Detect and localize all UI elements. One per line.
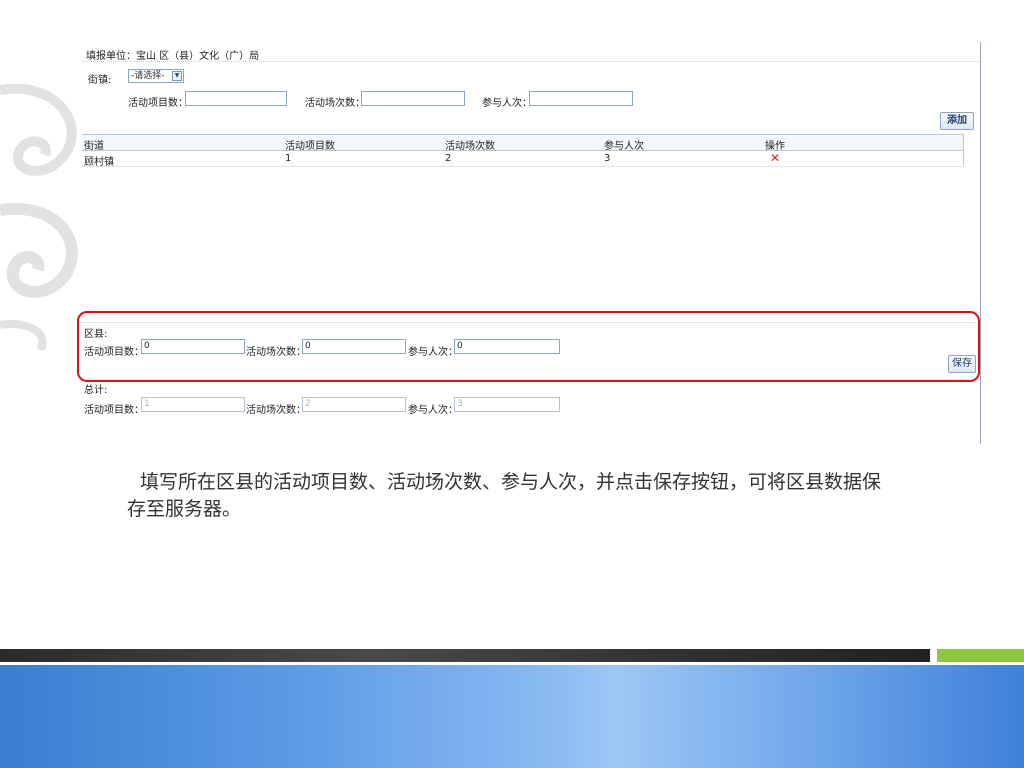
- session-count-label: 活动场次数：: [305, 98, 365, 109]
- street-select-value: -请选择-: [131, 71, 165, 81]
- decorative-swirl-graphic: [0, 83, 78, 350]
- footer-green-bar: [937, 649, 1024, 662]
- attendance-input[interactable]: [529, 91, 633, 106]
- total-item-count-label: 活动项目数：: [84, 405, 144, 416]
- instruction-caption: 填写所在区县的活动项目数、活动场次数、参与人次，并点击保存按钮，可将区县数据保存…: [127, 471, 882, 520]
- attendance-label: 参与人次：: [482, 98, 532, 109]
- table-header-sessions: 活动场次数: [445, 141, 495, 152]
- total-item-count-field: 1: [141, 397, 245, 412]
- table-right-border: [963, 134, 964, 165]
- cell-street: 顾村镇: [84, 157, 114, 168]
- cell-attendance: 3: [604, 153, 611, 164]
- divider: [82, 61, 980, 62]
- highlight-box: [77, 311, 980, 382]
- total-session-count-field: 2: [302, 397, 406, 412]
- street-data-table: 街道 活动项目数 活动场次数 参与人次 操作 顾村镇 1 2 3 ✕: [82, 134, 964, 168]
- footer-blue-band: [0, 665, 1024, 768]
- cell-sessions: 2: [445, 153, 452, 164]
- footer-dark-bar: [0, 649, 930, 662]
- table-header-action: 操作: [765, 141, 785, 152]
- item-count-input[interactable]: [185, 91, 287, 106]
- street-label: 街镇:: [88, 75, 112, 86]
- table-header-row: 街道 活动项目数 活动场次数 参与人次 操作: [82, 134, 964, 152]
- total-session-count-label: 活动场次数：: [246, 405, 306, 416]
- total-section-title: 总计:: [84, 385, 108, 396]
- session-count-input[interactable]: [361, 91, 465, 106]
- table-header-attendance: 参与人次: [604, 141, 644, 152]
- table-row: 顾村镇 1 2 3 ✕: [82, 151, 964, 168]
- chevron-down-icon[interactable]: ▼: [172, 71, 182, 81]
- table-header-street: 街道: [84, 141, 104, 152]
- reporting-unit-label: 填报单位：宝山 区（县）文化（广）局: [86, 51, 260, 62]
- total-attendance-field: 3: [454, 397, 560, 412]
- total-attendance-label: 参与人次：: [408, 405, 458, 416]
- street-select[interactable]: -请选择- ▼: [128, 69, 184, 83]
- cell-items: 1: [285, 153, 292, 164]
- table-header-items: 活动项目数: [285, 141, 335, 152]
- add-button[interactable]: 添加: [940, 112, 974, 130]
- item-count-label: 活动项目数：: [128, 98, 188, 109]
- app-screenshot-panel: 填报单位：宝山 区（县）文化（广）局 街镇: -请选择- ▼ 活动项目数： 活动…: [78, 42, 981, 444]
- delete-icon[interactable]: ✕: [770, 151, 780, 165]
